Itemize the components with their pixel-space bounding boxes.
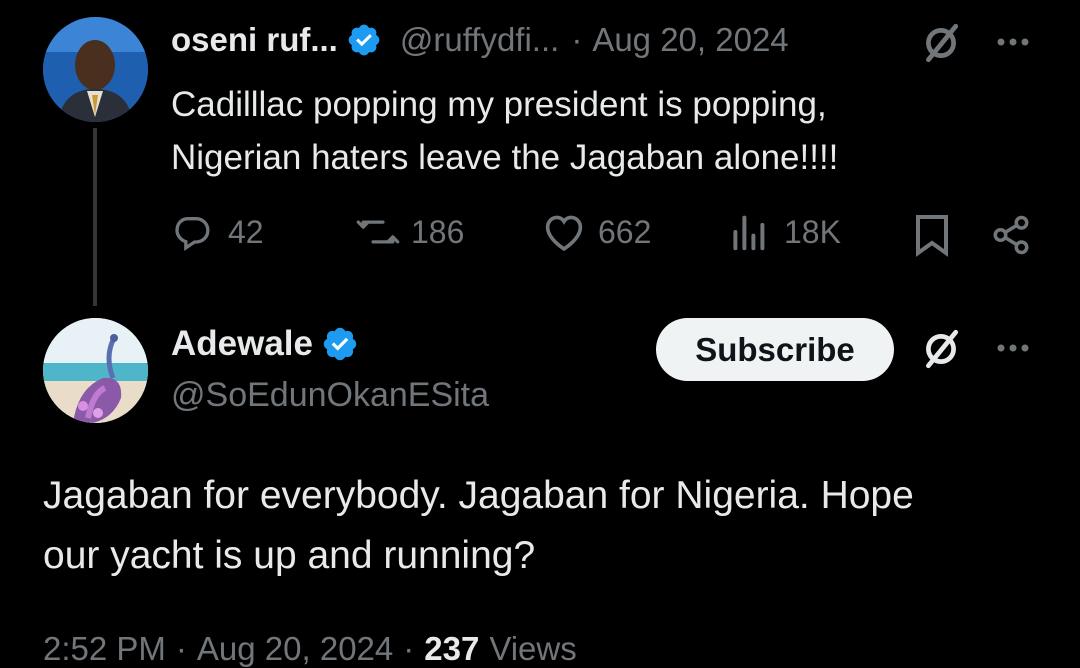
repost-count: 186 [411,213,465,250]
bookmark-icon[interactable] [910,212,954,258]
parent-display-name[interactable]: oseni ruf... [171,21,338,59]
parent-post-header: oseni ruf... @ruffydfi... · Aug 20, 2024 [171,18,789,62]
meta-dot: · [175,630,187,667]
parent-text-line-2: Nigerian haters leave the Jagaban alone!… [171,138,839,177]
like-icon [542,212,586,252]
reply-post-text: Jagaban for everybody. Jagaban for Niger… [43,466,914,586]
reply-views-count: 237 [424,630,480,667]
person-avatar-image [43,17,148,122]
views-icon [730,212,766,252]
parent-post-text: Cadilllac popping my president is poppin… [171,78,838,184]
verified-badge-icon [321,325,359,363]
grok-icon[interactable] [918,20,964,66]
views-count: 18K [784,213,841,250]
peacock-avatar-image [43,318,148,423]
reply-count: 42 [228,213,264,250]
like-count: 662 [598,213,652,250]
reply-text-line-1: Jagaban for everybody. Jagaban for Niger… [43,474,914,517]
parent-date[interactable]: Aug 20, 2024 [592,21,788,59]
share-icon[interactable] [988,212,1034,258]
reply-avatar[interactable] [43,318,148,423]
thread-connector-line [93,128,97,306]
reply-handle[interactable]: @SoEdunOkanESita [171,376,489,415]
more-icon[interactable] [988,328,1038,368]
reply-time[interactable]: 2:52 PM [43,630,166,668]
reply-views-label: Views [489,630,577,667]
reply-text-line-2: our yacht is up and running? [43,534,536,577]
like-button[interactable]: 662 [542,212,651,252]
parent-handle[interactable]: @ruffydfi... [400,21,559,59]
reply-post-header: Adewale @SoEdunOkanESita [171,322,489,415]
grok-icon[interactable] [918,326,964,372]
views-button[interactable]: 18K [730,212,841,252]
reply-display-name[interactable]: Adewale [171,324,313,364]
verified-badge-icon [346,22,382,58]
meta-dot: · [403,630,415,667]
repost-button[interactable]: 186 [355,212,464,252]
subscribe-button[interactable]: Subscribe [656,318,894,381]
reply-icon [172,212,212,252]
reply-date[interactable]: Aug 20, 2024 [197,630,393,668]
parent-text-line-1: Cadilllac popping my president is poppin… [171,85,827,124]
parent-avatar[interactable] [43,17,148,122]
reply-post-meta: 2:52 PM · Aug 20, 2024 · 237 Views [43,630,577,668]
parent-separator: · [571,21,583,58]
more-icon[interactable] [988,22,1038,62]
repost-icon [355,212,401,252]
reply-button[interactable]: 42 [172,212,264,252]
